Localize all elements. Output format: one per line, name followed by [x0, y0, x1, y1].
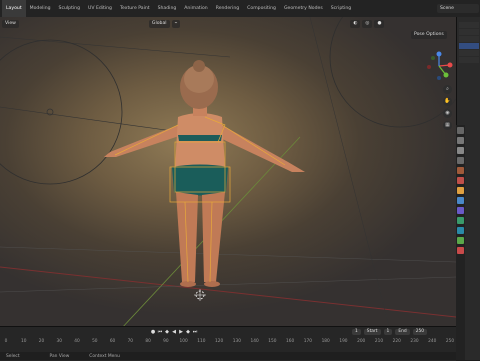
timeline-tick: 170 — [303, 339, 313, 344]
record-icon[interactable]: ● — [150, 329, 156, 335]
orientation-dropdown[interactable]: Global — [148, 20, 170, 28]
camera-view-icon[interactable]: ◉ — [443, 109, 452, 118]
3d-cursor-icon — [194, 289, 206, 301]
timeline-tick: 10 — [21, 339, 27, 344]
pose-options-button[interactable]: Pose Options — [411, 31, 447, 39]
timeline-tick: 210 — [374, 339, 384, 344]
navigation-icons: ⌕ ✋ ◉ ▦ — [443, 85, 453, 133]
timeline-tick: 100 — [179, 339, 188, 344]
material-tab-icon[interactable] — [457, 247, 464, 254]
shading-icon[interactable]: ● — [374, 20, 385, 28]
light-circle — [0, 39, 123, 185]
timeline-tick: 200 — [357, 339, 366, 344]
outliner-row[interactable] — [459, 57, 479, 63]
timeline-tick: 250 — [445, 339, 455, 344]
timeline-tick: 20 — [38, 339, 45, 344]
tab-compositing[interactable]: Compositing — [243, 0, 280, 17]
outliner-row[interactable] — [459, 36, 479, 42]
timeline-tick: 40 — [74, 339, 80, 344]
timeline-tick: 150 — [268, 339, 277, 344]
outliner-row-selected[interactable] — [459, 43, 479, 49]
timeline-tick: 30 — [56, 339, 62, 344]
timeline-tick: 220 — [392, 339, 401, 344]
tab-scripting[interactable]: Scripting — [327, 0, 355, 17]
timeline-tick: 120 — [215, 339, 224, 344]
viewport-3d[interactable]: View Global ⌁ ◐ ◎ ● Pose Options ⌕ ✋ ◉ ▦ — [0, 17, 456, 330]
character-model — [104, 60, 305, 287]
timeline-tick: 180 — [321, 339, 330, 344]
timeline-tick: 80 — [145, 339, 151, 344]
particles-tab-icon[interactable] — [457, 207, 464, 214]
viewport-header: View Global ⌁ ◐ ◎ ● — [0, 17, 456, 31]
outliner-row[interactable] — [459, 50, 479, 56]
modifier-tab-icon[interactable] — [457, 197, 464, 204]
tool-tab-icon[interactable] — [457, 127, 464, 134]
start-frame-field[interactable]: 1 — [383, 329, 393, 335]
timeline-tick: 90 — [163, 339, 169, 344]
timeline-tick: 110 — [197, 339, 206, 344]
object-tab-icon[interactable] — [457, 187, 464, 194]
snap-icon[interactable]: ⌁ — [171, 20, 181, 28]
timeline-header: ● ⏮ ◆ ◀ ▶ ◆ ⏭ 1 Start 1 End 250 — [0, 327, 456, 337]
end-frame-field[interactable]: 250 — [412, 329, 428, 335]
output-tab-icon[interactable] — [457, 147, 464, 154]
scene-selector[interactable]: Scene — [437, 4, 479, 13]
timeline-tick: 130 — [232, 339, 241, 344]
top-bar: Layout Modeling Sculpting UV Editing Tex… — [0, 0, 480, 18]
timeline-ruler[interactable]: 0 10 20 30 40 50 60 70 80 90 100 110 120 130 140 150 160… — [0, 339, 456, 346]
workspace-tabs: Layout Modeling Sculpting UV Editing Tex… — [0, 0, 355, 17]
outliner-row[interactable] — [459, 29, 479, 35]
tab-rendering[interactable]: Rendering — [212, 0, 243, 17]
tab-animation[interactable]: Animation — [180, 0, 211, 17]
render-tab-icon[interactable] — [457, 137, 464, 144]
play-icon[interactable]: ▶ — [178, 329, 184, 335]
end-label: End — [395, 329, 410, 335]
timeline-tick: 160 — [286, 339, 295, 344]
overlay-icon[interactable]: ◎ — [362, 20, 373, 28]
tab-modeling[interactable]: Modeling — [26, 0, 55, 17]
data-tab-icon[interactable] — [457, 237, 464, 244]
timeline-tick: 70 — [127, 339, 134, 344]
x-axis-line — [0, 266, 456, 318]
zoom-icon[interactable]: ⌕ — [443, 85, 452, 94]
status-context-menu: Context Menu — [89, 353, 120, 359]
tab-layout[interactable]: Layout — [2, 0, 26, 17]
viewport-scene — [0, 17, 456, 330]
jump-start-icon[interactable]: ⏮ — [157, 329, 163, 335]
timeline-tick: 140 — [250, 339, 259, 344]
tab-shading[interactable]: Shading — [154, 0, 181, 17]
physics-tab-icon[interactable] — [457, 217, 464, 224]
status-bar: Select Pan View Context Menu — [0, 352, 456, 360]
tab-uv-editing[interactable]: UV Editing — [84, 0, 116, 17]
timeline-tick: 190 — [339, 339, 348, 344]
navigation-gizmo[interactable] — [424, 51, 454, 81]
timeline-tick: 50 — [92, 339, 98, 344]
tab-sculpting[interactable]: Sculpting — [55, 0, 84, 17]
properties-tabs — [456, 125, 465, 360]
play-reverse-icon[interactable]: ◀ — [171, 329, 177, 335]
next-key-icon[interactable]: ◆ — [185, 329, 191, 335]
scene-tab-icon[interactable] — [457, 167, 464, 174]
status-select: Select — [6, 353, 20, 359]
tab-geometry-nodes[interactable]: Geometry Nodes — [280, 0, 327, 17]
timeline-tick: 60 — [109, 339, 116, 344]
timeline-tick: 230 — [410, 339, 419, 344]
timeline-tick: 0 — [4, 339, 8, 344]
visibility-icon[interactable]: ◐ — [350, 20, 361, 28]
world-tab-icon[interactable] — [457, 177, 464, 184]
start-label: Start — [363, 329, 381, 335]
prev-key-icon[interactable]: ◆ — [164, 329, 170, 335]
outliner-row[interactable] — [459, 22, 479, 28]
view-menu[interactable]: View — [2, 20, 19, 28]
pan-hand-icon[interactable]: ✋ — [443, 97, 452, 106]
constraints-tab-icon[interactable] — [457, 227, 464, 234]
status-pan-view: Pan View — [49, 353, 70, 359]
tab-texture-paint[interactable]: Texture Paint — [116, 0, 154, 17]
current-frame-field[interactable]: 1 — [352, 329, 361, 335]
view-layer-tab-icon[interactable] — [457, 157, 464, 164]
jump-end-icon[interactable]: ⏭ — [192, 329, 198, 335]
timeline-tick: 240 — [428, 339, 437, 344]
grid-icon[interactable]: ▦ — [443, 121, 452, 130]
